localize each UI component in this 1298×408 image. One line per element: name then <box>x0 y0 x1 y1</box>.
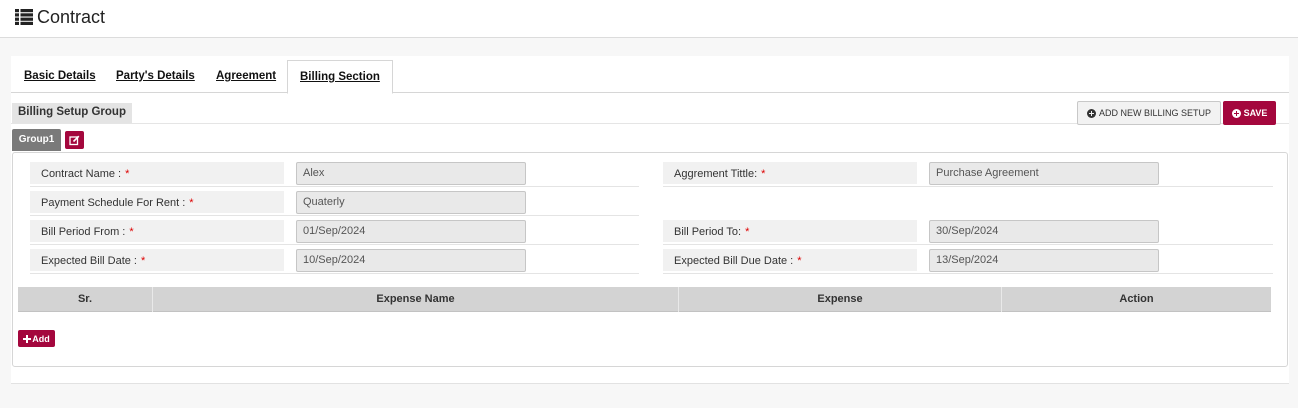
contract-name-field[interactable]: Alex <box>296 162 526 185</box>
bill-period-from-label: Bill Period From : * <box>30 220 284 242</box>
column-sr: Sr. <box>18 287 153 312</box>
payment-schedule-label: Payment Schedule For Rent : * <box>30 191 284 213</box>
expected-bill-due-date-label-text: Expected Bill Due Date : <box>674 255 794 267</box>
divider <box>30 215 639 216</box>
plus-icon <box>23 334 32 343</box>
billing-setup-title: Billing Setup Group <box>12 103 132 123</box>
expected-bill-due-date-label: Expected Bill Due Date : * <box>663 249 917 271</box>
divider <box>30 273 639 274</box>
tab-agreement[interactable]: Agreement <box>216 60 276 93</box>
group-tab[interactable]: Group1 <box>12 129 61 151</box>
billing-setup-header: Billing Setup Group ADD NEW BILLING SETU… <box>11 100 1289 125</box>
divider <box>663 244 1273 245</box>
divider <box>663 273 1273 274</box>
column-expense: Expense <box>679 287 1002 312</box>
bill-period-to-label: Bill Period To: * <box>663 220 917 242</box>
required-marker: * <box>129 226 134 238</box>
list-icon <box>15 9 33 25</box>
plus-circle-icon <box>1231 108 1241 118</box>
add-row-button[interactable]: Add <box>18 330 55 347</box>
page-title: Contract <box>37 7 106 27</box>
required-marker: * <box>797 255 802 267</box>
contract-panel: Basic Details Party's Details Agreement … <box>11 56 1289 384</box>
tab-partys-details[interactable]: Party's Details <box>116 60 195 93</box>
contract-name-label-text: Contract Name : <box>41 168 122 180</box>
tab-basic-details[interactable]: Basic Details <box>24 60 96 93</box>
expected-bill-date-field[interactable]: 10/Sep/2024 <box>296 249 526 272</box>
save-button[interactable]: SAVE <box>1223 101 1276 125</box>
payment-schedule-field[interactable]: Quaterly <box>296 191 526 214</box>
required-marker: * <box>745 226 750 238</box>
expense-table-header: Sr. Expense Name Expense Action <box>18 287 1271 312</box>
tab-bar: Basic Details Party's Details Agreement … <box>11 60 1289 94</box>
page-header: Contract <box>0 0 1298 38</box>
agreement-title-label: Aggrement Tittle: * <box>663 162 917 184</box>
required-marker: * <box>761 168 766 180</box>
tab-billing-section[interactable]: Billing Section <box>287 60 393 94</box>
divider <box>30 244 639 245</box>
divider <box>663 186 1273 187</box>
required-marker: * <box>189 197 194 209</box>
bill-period-from-label-text: Bill Period From : <box>41 226 126 238</box>
plus-circle-icon <box>1086 108 1096 118</box>
required-marker: * <box>125 168 130 180</box>
divider <box>30 186 639 187</box>
bill-period-from-field[interactable]: 01/Sep/2024 <box>296 220 526 243</box>
required-marker: * <box>141 255 146 267</box>
payment-schedule-label-text: Payment Schedule For Rent : <box>41 197 186 209</box>
expected-bill-due-date-field[interactable]: 13/Sep/2024 <box>929 249 1159 272</box>
expected-bill-date-label: Expected Bill Date : * <box>30 249 284 271</box>
contract-name-label: Contract Name : * <box>30 162 284 184</box>
column-expense-name: Expense Name <box>153 287 679 312</box>
bill-period-to-field[interactable]: 30/Sep/2024 <box>929 220 1159 243</box>
edit-icon <box>69 135 80 145</box>
billing-group-box: Contract Name : * Alex Aggrement Tittle: *… <box>12 152 1288 367</box>
expected-bill-date-label-text: Expected Bill Date : <box>41 255 137 267</box>
agreement-title-label-text: Aggrement Tittle: <box>674 168 758 180</box>
save-label: SAVE <box>1243 108 1268 118</box>
add-row-label: Add <box>32 333 50 344</box>
edit-group-button[interactable] <box>65 131 84 149</box>
agreement-title-field[interactable]: Purchase Agreement <box>929 162 1159 185</box>
add-new-billing-setup-label: ADD NEW BILLING SETUP <box>1098 108 1212 118</box>
column-action: Action <box>1119 293 1154 305</box>
add-new-billing-setup-button[interactable]: ADD NEW BILLING SETUP <box>1077 101 1221 125</box>
bill-period-to-label-text: Bill Period To: <box>674 226 742 238</box>
